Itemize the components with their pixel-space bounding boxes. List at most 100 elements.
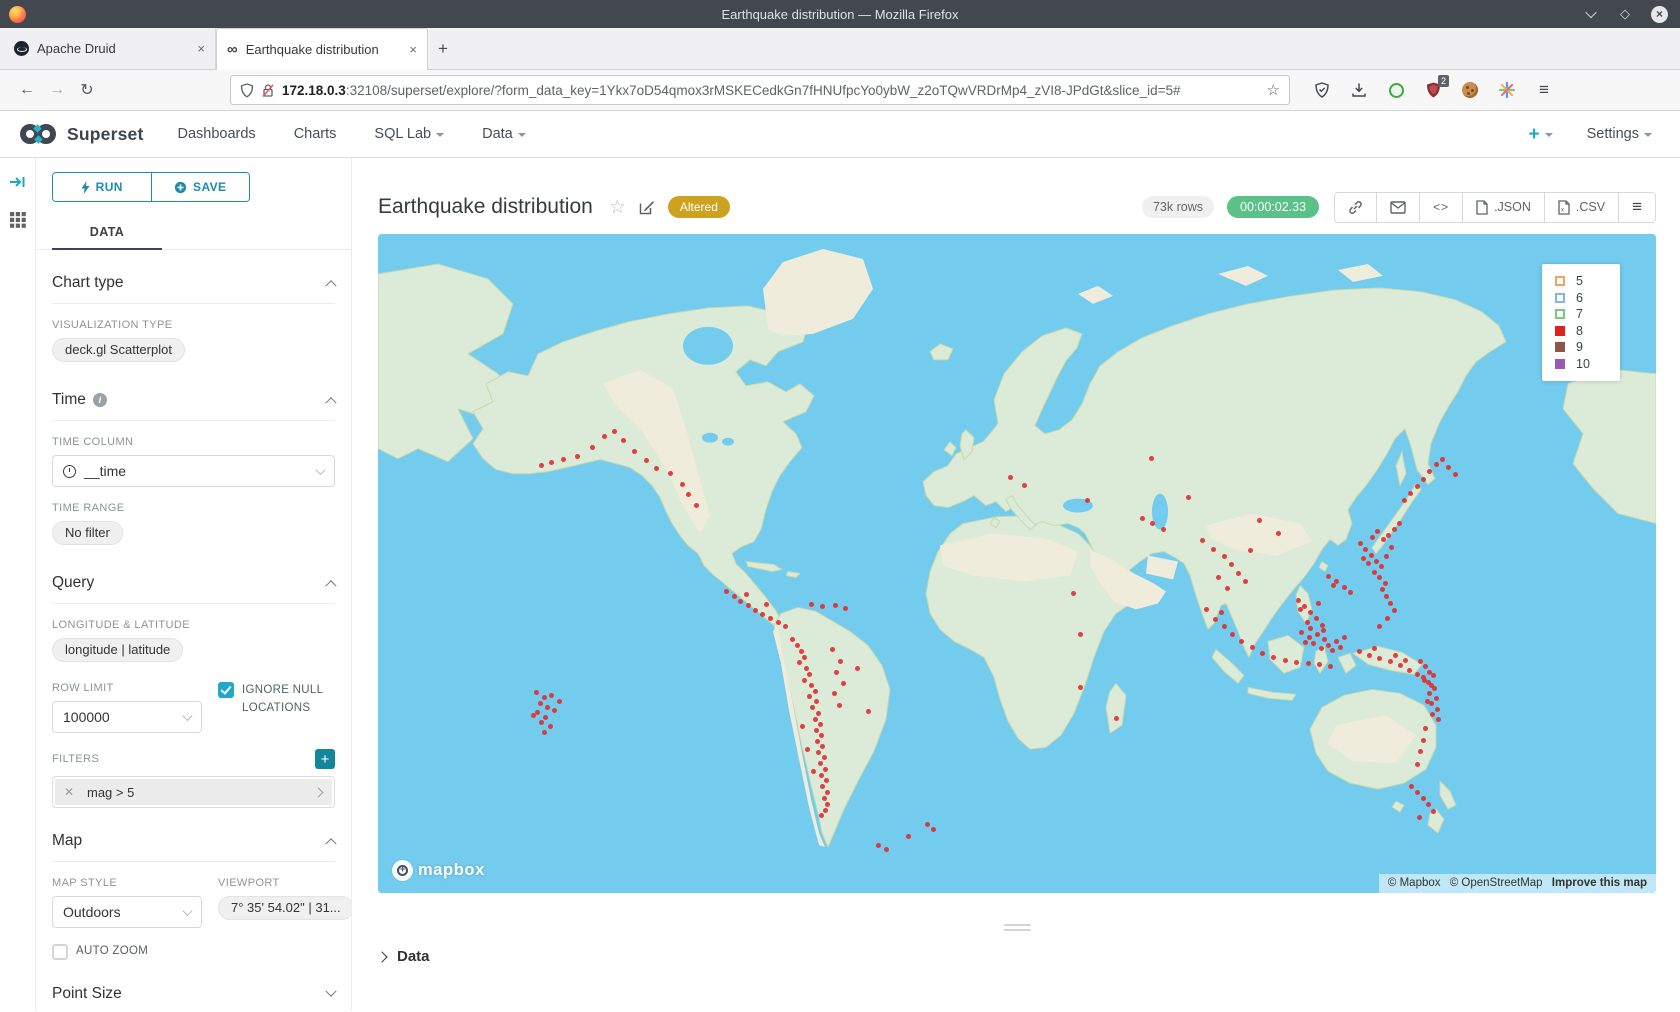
map-point xyxy=(549,693,554,698)
row-limit-select[interactable]: 100000 xyxy=(52,701,202,733)
menu-hamburger-icon[interactable]: ≡ xyxy=(1534,80,1554,100)
data-panel-toggle[interactable]: Data xyxy=(378,948,1656,965)
viz-type-label: VISUALIZATION TYPE xyxy=(52,319,335,331)
protections-shield-icon[interactable] xyxy=(1312,80,1332,100)
settings-menu[interactable]: Settings xyxy=(1587,126,1652,142)
time-range-pill[interactable]: No filter xyxy=(52,521,123,545)
map-point xyxy=(1436,717,1441,722)
bookmark-star-icon[interactable]: ☆ xyxy=(1267,81,1280,99)
add-filter-button[interactable]: + xyxy=(315,749,335,769)
map-point xyxy=(590,445,595,450)
legend-item[interactable]: 10 xyxy=(1555,356,1620,373)
more-options-button[interactable]: ≡ xyxy=(1618,193,1655,222)
new-item-button[interactable]: + xyxy=(1528,125,1552,144)
cookie-icon[interactable] xyxy=(1460,80,1480,100)
improve-map-link[interactable]: Improve this map xyxy=(1552,877,1647,889)
legend-item[interactable]: 9 xyxy=(1555,339,1620,356)
legend-item[interactable]: 8 xyxy=(1555,323,1620,340)
panel-resize-handle[interactable] xyxy=(378,924,1656,931)
reload-button[interactable]: ↻ xyxy=(72,75,102,105)
map-point xyxy=(1071,591,1076,596)
map-point xyxy=(1440,457,1445,462)
caret-down-icon xyxy=(1644,133,1652,137)
favorite-star-icon[interactable]: ☆ xyxy=(609,196,626,219)
map-point xyxy=(602,434,607,439)
tab-apache-druid[interactable]: Apache Druid × xyxy=(4,28,216,69)
edit-properties-icon[interactable] xyxy=(639,199,655,215)
superset-brand[interactable]: Superset xyxy=(18,123,144,145)
auto-zoom-checkbox-row[interactable]: AUTO ZOOM xyxy=(52,943,202,961)
menu-icon: ≡ xyxy=(1632,197,1642,217)
lonlat-pill[interactable]: longitude | latitude xyxy=(52,638,183,662)
back-button[interactable]: ← xyxy=(12,75,42,105)
tab-data[interactable]: DATA xyxy=(52,217,162,250)
checkbox-unchecked-icon[interactable] xyxy=(52,944,68,960)
save-button[interactable]: SAVE xyxy=(151,173,250,201)
email-button[interactable] xyxy=(1376,193,1419,222)
downloads-icon[interactable] xyxy=(1349,80,1369,100)
ignore-null-label: IGNORE NULL LOCATIONS xyxy=(242,682,335,718)
map-point xyxy=(823,808,828,813)
embed-code-button[interactable]: <> xyxy=(1419,193,1462,222)
lonlat-label: LONGITUDE & LATITUDE xyxy=(52,619,335,631)
mapbox-logo[interactable]: mapbox xyxy=(392,860,485,881)
window-maximize-button[interactable]: ◇ xyxy=(1617,6,1633,22)
map-point xyxy=(668,471,673,476)
tab-close-icon[interactable]: × xyxy=(409,42,417,57)
url-bar[interactable]: 172.18.0.3:32108/superset/explore/?form_… xyxy=(230,75,1290,105)
ublock-shield-icon[interactable]: 2 xyxy=(1423,80,1443,100)
time-column-select[interactable]: __time xyxy=(52,455,335,487)
map-point xyxy=(841,681,846,686)
forward-button[interactable]: → xyxy=(42,75,72,105)
extension-green-icon[interactable] xyxy=(1386,80,1406,100)
nav-sql-lab[interactable]: SQL Lab xyxy=(374,126,444,142)
map-point xyxy=(1316,601,1321,606)
legend-item[interactable]: 6 xyxy=(1555,290,1620,307)
map-point xyxy=(830,647,835,652)
expand-filter-icon[interactable] xyxy=(304,789,332,796)
section-time[interactable]: Timei xyxy=(52,391,335,421)
dataset-grid-icon[interactable] xyxy=(10,212,26,228)
window-minimize-button[interactable] xyxy=(1583,6,1599,22)
section-query[interactable]: Query xyxy=(52,574,335,604)
osm-attribution-link[interactable]: © OpenStreetMap xyxy=(1450,877,1543,889)
filter-control[interactable]: ✕ mag > 5 xyxy=(52,776,335,808)
tab-close-icon[interactable]: × xyxy=(197,41,205,56)
checkbox-checked-icon[interactable] xyxy=(218,682,234,698)
legend-item[interactable]: 7 xyxy=(1555,306,1620,323)
nav-data[interactable]: Data xyxy=(482,126,526,142)
tab-earthquake-distribution[interactable]: ∞ Earthquake distribution × xyxy=(216,28,428,70)
section-point-size[interactable]: Point Size xyxy=(52,985,335,1010)
chevron-down-icon xyxy=(183,906,193,916)
map-point xyxy=(654,466,659,471)
section-chart-type[interactable]: Chart type xyxy=(52,274,335,304)
deckgl-map[interactable]: 5678910 mapbox © Mapbox © OpenStreetMap … xyxy=(378,234,1656,893)
map-point xyxy=(1430,712,1435,717)
viewport-pill[interactable]: 7° 35' 54.02" | 31... xyxy=(218,896,352,920)
ignore-null-checkbox-row[interactable]: IGNORE NULL LOCATIONS xyxy=(218,682,335,718)
nav-charts[interactable]: Charts xyxy=(294,126,337,142)
map-point xyxy=(802,678,807,683)
viz-type-pill[interactable]: deck.gl Scatterplot xyxy=(52,338,185,362)
copy-link-button[interactable] xyxy=(1335,193,1376,222)
caret-down-icon xyxy=(518,133,526,137)
map-point xyxy=(1150,521,1155,526)
window-close-button[interactable]: × xyxy=(1651,6,1668,23)
mapbox-attribution-link[interactable]: © Mapbox xyxy=(1388,877,1441,889)
pinwheel-extension-icon[interactable] xyxy=(1497,80,1517,100)
run-button[interactable]: RUN xyxy=(53,173,151,201)
map-point xyxy=(1348,590,1353,595)
remove-filter-icon[interactable]: ✕ xyxy=(55,785,83,799)
filter-expression[interactable]: mag > 5 xyxy=(83,785,304,800)
map-point xyxy=(1236,571,1241,576)
section-map[interactable]: Map xyxy=(52,832,335,862)
export-json-button[interactable]: .JSON xyxy=(1462,193,1544,222)
export-csv-button[interactable]: x .CSV xyxy=(1544,193,1618,222)
nav-dashboards[interactable]: Dashboards xyxy=(178,126,256,142)
map-style-select[interactable]: Outdoors xyxy=(52,896,202,928)
legend-swatch-icon xyxy=(1555,309,1565,319)
expand-datasource-icon[interactable] xyxy=(9,174,27,190)
new-tab-button[interactable]: + xyxy=(428,28,458,69)
legend-item[interactable]: 5 xyxy=(1555,273,1620,290)
map-point xyxy=(1398,663,1403,668)
